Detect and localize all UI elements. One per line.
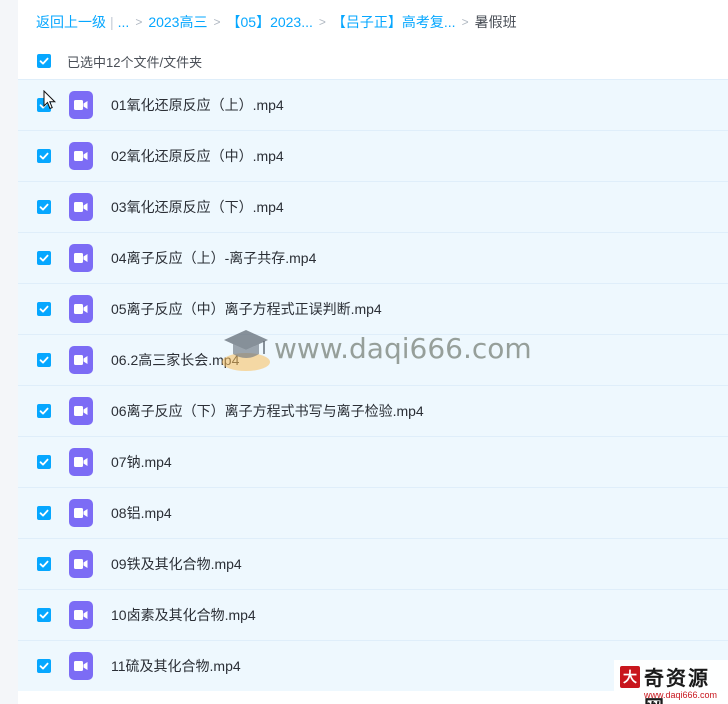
video-file-icon [69,652,93,680]
breadcrumb-separator: > [318,15,326,29]
file-name[interactable]: 05离子反应（中）离子方程式正误判断.mp4 [111,299,382,319]
file-name[interactable]: 02氧化还原反应（中）.mp4 [111,146,284,166]
file-name[interactable]: 08铝.mp4 [111,503,172,523]
breadcrumb-item[interactable]: 2023高三 [148,12,207,32]
file-name[interactable]: 07钠.mp4 [111,452,172,472]
checkmark-icon [39,203,49,211]
checkmark-icon [39,305,49,313]
file-name[interactable]: 10卤素及其化合物.mp4 [111,605,256,625]
breadcrumb-separator: > [213,15,221,29]
select-all-bar: 已选中12个文件/文件夹 [18,44,728,78]
file-name[interactable]: 06.2高三家长会.mp4 [111,350,239,370]
breadcrumb-ellipsis[interactable]: ... [118,14,130,30]
video-file-icon [69,448,93,476]
checkmark-icon [39,152,49,160]
file-checkbox[interactable] [37,98,51,112]
file-name[interactable]: 11硫及其化合物.mp4 [111,656,241,676]
video-file-icon [69,550,93,578]
checkmark-icon [39,57,49,65]
logo-mark: 大 [620,666,640,688]
breadcrumb-back-link[interactable]: 返回上一级 [36,12,106,32]
checkmark-icon [39,407,49,415]
file-row[interactable]: 04离子反应（上）-离子共存.mp4 [18,232,728,283]
video-file-icon [69,601,93,629]
breadcrumb-separator: > [135,15,143,29]
breadcrumb-separator: > [461,15,469,29]
file-row[interactable]: 02氧化还原反应（中）.mp4 [18,130,728,181]
file-checkbox[interactable] [37,506,51,520]
video-file-icon [69,499,93,527]
file-name[interactable]: 09铁及其化合物.mp4 [111,554,242,574]
file-checkbox[interactable] [37,302,51,316]
file-checkbox[interactable] [37,200,51,214]
file-row[interactable]: 10卤素及其化合物.mp4 [18,589,728,640]
file-checkbox[interactable] [37,659,51,673]
file-checkbox[interactable] [37,557,51,571]
breadcrumb: 返回上一级 | ... > 2023高三 > 【05】2023... > 【吕子… [36,12,517,32]
file-checkbox[interactable] [37,455,51,469]
breadcrumb-divider: | [110,14,114,30]
video-file-icon [69,91,93,119]
video-file-icon [69,346,93,374]
file-checkbox[interactable] [37,608,51,622]
file-name[interactable]: 06离子反应（下）离子方程式书写与离子检验.mp4 [111,401,424,421]
checkmark-icon [39,458,49,466]
breadcrumb-item[interactable]: 【05】2023... [227,12,313,32]
file-row[interactable]: 09铁及其化合物.mp4 [18,538,728,589]
corner-site-logo: 大 奇资源网 www.daqi666.com [614,660,728,704]
file-checkbox[interactable] [37,404,51,418]
file-name[interactable]: 01氧化还原反应（上）.mp4 [111,95,284,115]
file-row[interactable]: 05离子反应（中）离子方程式正误判断.mp4 [18,283,728,334]
file-name[interactable]: 03氧化还原反应（下）.mp4 [111,197,284,217]
checkmark-icon [39,356,49,364]
file-checkbox[interactable] [37,353,51,367]
video-file-icon [69,244,93,272]
checkmark-icon [39,254,49,262]
logo-url: www.daqi666.com [644,690,718,700]
video-file-icon [69,142,93,170]
breadcrumb-current: 暑假班 [474,14,517,30]
file-browser: 返回上一级 | ... > 2023高三 > 【05】2023... > 【吕子… [0,0,728,704]
video-file-icon [69,397,93,425]
breadcrumb-item[interactable]: 【吕子正】高考复... [332,12,456,32]
file-row[interactable]: 08铝.mp4 [18,487,728,538]
file-row[interactable]: 07钠.mp4 [18,436,728,487]
checkmark-icon [39,662,49,670]
file-row[interactable]: 06.2高三家长会.mp4 [18,334,728,385]
file-checkbox[interactable] [37,149,51,163]
left-gutter [0,0,18,704]
checkmark-icon [39,560,49,568]
content-area: 返回上一级 | ... > 2023高三 > 【05】2023... > 【吕子… [18,0,728,704]
file-checkbox[interactable] [37,251,51,265]
checkmark-icon [39,509,49,517]
file-row[interactable]: 06离子反应（下）离子方程式书写与离子检验.mp4 [18,385,728,436]
checkmark-icon [39,101,49,109]
selection-count-label: 已选中12个文件/文件夹 [67,54,203,70]
select-all-checkbox[interactable] [37,54,51,68]
checkmark-icon [39,611,49,619]
file-list: 01氧化还原反应（上）.mp4 02氧化还原反应（中）.mp4 03氧化还原反应（下… [18,79,728,691]
file-row[interactable]: 01氧化还原反应（上）.mp4 [18,79,728,130]
file-row[interactable]: 03氧化还原反应（下）.mp4 [18,181,728,232]
file-name[interactable]: 04离子反应（上）-离子共存.mp4 [111,248,316,268]
video-file-icon [69,295,93,323]
video-file-icon [69,193,93,221]
